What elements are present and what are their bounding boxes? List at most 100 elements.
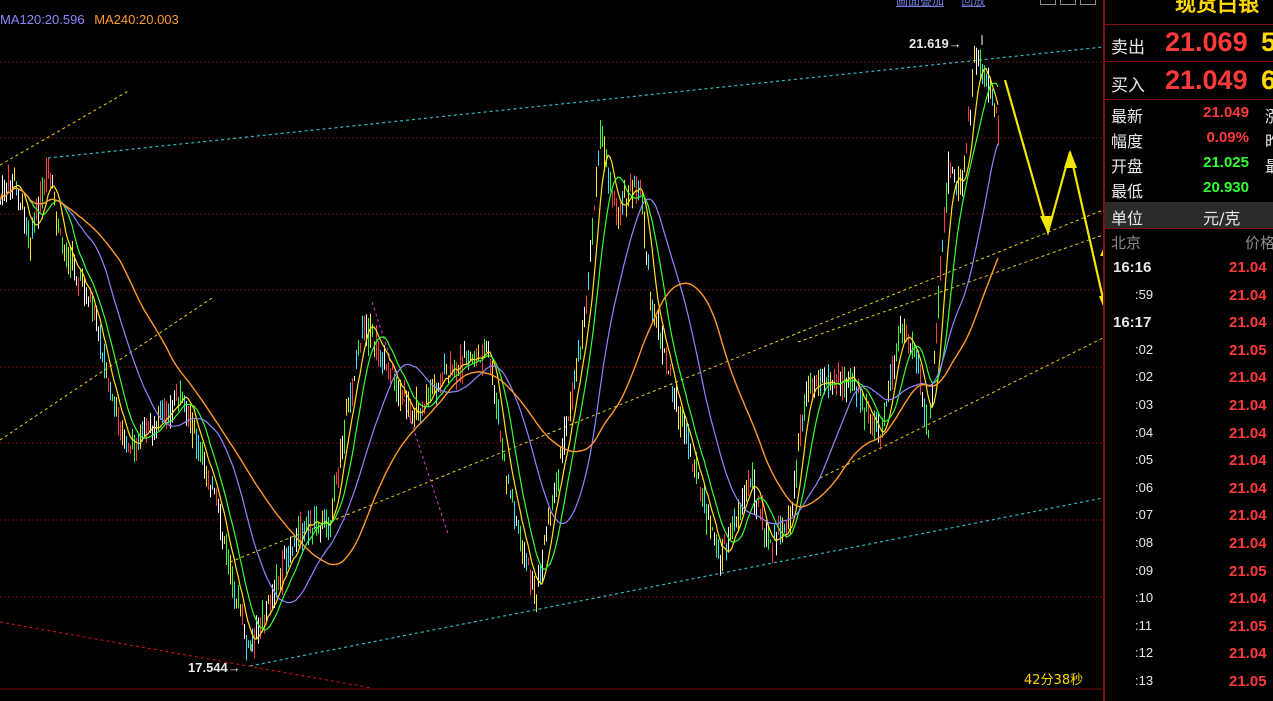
tick-time: :09 xyxy=(1135,562,1154,578)
tick-time: :02 xyxy=(1135,369,1154,385)
ma-short-line xyxy=(0,67,999,641)
forecast-arrows xyxy=(1003,79,1103,307)
quote-panel: 现货白银 卖出 21.069 5 买入 21.049 6 最新 21.049 涨… xyxy=(1103,0,1273,701)
buy-row[interactable]: 买入 21.049 6 xyxy=(1105,63,1273,99)
trend-line xyxy=(0,621,373,689)
stat-row-range: 幅度 0.09% 昨 xyxy=(1105,127,1273,151)
tick-row: :02 21.05 xyxy=(1105,338,1273,365)
trend-line xyxy=(797,234,1103,343)
tick-row: :06 21.04 xyxy=(1105,476,1273,503)
tick-price: 21.05 xyxy=(1229,562,1267,580)
tick-time: 16:17 xyxy=(1113,314,1152,332)
divider xyxy=(1105,228,1273,229)
channel-upper-line xyxy=(47,46,1103,159)
arrow-head-icon xyxy=(1064,150,1077,168)
unit-label: 单位 xyxy=(1111,209,1144,228)
close-icon[interactable] xyxy=(1080,0,1096,5)
stat-value: 20.930 xyxy=(1203,179,1249,196)
tick-price: 21.04 xyxy=(1229,645,1267,663)
tick-price: 21.04 xyxy=(1229,424,1267,442)
ticks-header-price: 价格 xyxy=(1245,234,1273,252)
tick-price: 21.04 xyxy=(1229,479,1267,497)
buy-volume: 6 xyxy=(1261,65,1273,95)
tick-time: :06 xyxy=(1135,479,1154,495)
tick-price: 21.04 xyxy=(1229,314,1267,332)
low-arrow-icon: → xyxy=(227,660,241,675)
forecast-arrow-path xyxy=(1003,79,1103,304)
tick-row: :08 21.04 xyxy=(1105,531,1273,558)
minimize-icon[interactable] xyxy=(1040,0,1056,5)
stat-extra: 最 xyxy=(1265,153,1273,177)
tick-row: :11 21.05 xyxy=(1105,614,1273,641)
tick-price: 21.04 xyxy=(1229,507,1267,525)
stat-row-latest: 最新 21.049 涨 xyxy=(1105,102,1273,126)
tick-price: 21.04 xyxy=(1229,259,1267,276)
tick-price: 21.05 xyxy=(1229,673,1267,690)
divider xyxy=(1105,99,1273,100)
stat-value: 21.049 xyxy=(1203,104,1249,121)
tick-price: 21.04 xyxy=(1229,452,1267,470)
stat-value: 0.09% xyxy=(1206,129,1249,146)
stat-value: 21.025 xyxy=(1203,154,1249,171)
tick-time: :04 xyxy=(1135,424,1154,440)
stat-row-open: 开盘 21.025 最 xyxy=(1105,152,1273,176)
tick-row: :13 21.05 xyxy=(1105,669,1273,696)
trend-line xyxy=(229,209,1103,563)
tick-time: :02 xyxy=(1135,341,1154,357)
stat-row-low: 最低 20.930 xyxy=(1105,177,1273,201)
tick-time: :59 xyxy=(1135,286,1154,302)
high-arrow-icon: → xyxy=(948,36,962,51)
tick-row: :04 21.04 xyxy=(1105,421,1273,448)
stat-label: 开盘 xyxy=(1111,157,1144,176)
window-buttons xyxy=(1040,0,1096,5)
high-value: 21.619 xyxy=(909,36,949,51)
top-links: 画面叠加 回放 xyxy=(896,0,999,9)
ticks-header: 北京 价格 xyxy=(1105,230,1273,252)
ticks-header-time: 北京 xyxy=(1111,234,1142,252)
ma-legend: MA120:20.596 MA240:20.003 xyxy=(0,12,185,27)
divider xyxy=(1105,61,1273,62)
stat-label: 最新 xyxy=(1111,107,1144,126)
tick-price: 21.04 xyxy=(1229,590,1267,608)
restore-icon[interactable] xyxy=(1060,0,1076,5)
ma240-label: MA240:20.003 xyxy=(94,12,179,27)
tick-time: :11 xyxy=(1135,617,1153,633)
stat-extra: 涨 xyxy=(1265,103,1273,127)
tick-row: :03 21.04 xyxy=(1105,393,1273,420)
stat-label: 最低 xyxy=(1111,182,1144,201)
instrument-title: 现货白银 xyxy=(1175,0,1259,16)
tick-time: 16:16 xyxy=(1113,259,1152,276)
unit-value: 元/克 xyxy=(1203,209,1241,228)
tick-row: :05 21.04 xyxy=(1105,448,1273,475)
tick-row: :02 21.04 xyxy=(1105,365,1273,392)
low-value: 17.544 xyxy=(188,660,228,675)
sell-volume: 5 xyxy=(1261,27,1273,57)
tick-price: 21.04 xyxy=(1229,535,1267,552)
overlay-link[interactable]: 画面叠加 xyxy=(896,0,944,8)
tick-row: 16:16 21.04 xyxy=(1105,255,1273,282)
tick-price: 21.04 xyxy=(1229,369,1267,387)
tick-time: :03 xyxy=(1135,397,1154,412)
tick-row: :07 21.04 xyxy=(1105,503,1273,530)
tick-time: :13 xyxy=(1135,673,1154,688)
high-annotation: 21.619→ xyxy=(909,36,962,51)
price-chart[interactable] xyxy=(0,0,1103,701)
countdown-timer: 42分38秒 xyxy=(1024,673,1084,688)
candlestick-series xyxy=(0,34,999,661)
tick-row: :12 21.04 xyxy=(1105,641,1273,668)
tick-time: :12 xyxy=(1135,645,1154,661)
tick-price: 21.04 xyxy=(1229,286,1267,304)
ma120-label: MA120:20.596 xyxy=(0,12,85,27)
tick-row: :09 21.05 xyxy=(1105,559,1273,586)
sell-row[interactable]: 卖出 21.069 5 xyxy=(1105,25,1273,61)
tick-time: :07 xyxy=(1135,507,1154,523)
stat-label: 幅度 xyxy=(1111,132,1144,151)
replay-link[interactable]: 回放 xyxy=(961,0,985,8)
tick-price: 21.05 xyxy=(1229,617,1267,635)
sell-label: 卖出 xyxy=(1111,38,1145,58)
buy-price: 21.049 xyxy=(1165,65,1248,95)
trend-line xyxy=(0,89,131,166)
tick-time: :08 xyxy=(1135,535,1154,550)
tick-row: 16:17 21.04 xyxy=(1105,310,1273,337)
tick-time: :10 xyxy=(1135,590,1154,606)
